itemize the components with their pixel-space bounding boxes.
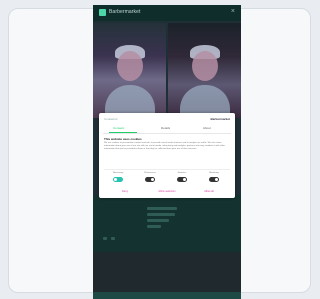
footer-line: [147, 213, 175, 216]
hero-photo-left: [93, 23, 166, 121]
dialog-logo: Cookiebot: [104, 117, 118, 121]
toggle-label: Statistics: [177, 172, 187, 174]
toggle-statistics[interactable]: Statistics: [170, 172, 194, 184]
toggle-label: Marketing: [209, 172, 219, 174]
toggle-switch[interactable]: [113, 177, 123, 182]
footer-line: [111, 237, 115, 240]
tab-consent[interactable]: Consent: [113, 126, 124, 130]
toggle-switch[interactable]: [177, 177, 187, 182]
dialog-body-text: We use cookies to personalise content an…: [104, 142, 225, 151]
hero-photo-right: [168, 23, 241, 121]
consent-toggles: Necessary Preferences Statistics Marketi…: [104, 169, 230, 186]
cookie-consent-dialog: Cookiebot Barbermarket Consent Details A…: [99, 113, 235, 198]
logo-icon: [99, 9, 106, 16]
tab-about[interactable]: About: [203, 126, 211, 130]
site-brand: Barbermarket: [109, 9, 141, 15]
site-header: Barbermarket ×: [93, 5, 241, 21]
toggle-label: Preferences: [144, 172, 156, 174]
toggle-switch[interactable]: [209, 177, 219, 182]
dialog-tabs: Consent Details About: [103, 125, 231, 134]
active-tab-indicator: [109, 132, 137, 133]
close-icon[interactable]: ×: [231, 8, 235, 15]
dialog-brand: Barbermarket: [210, 117, 230, 121]
dialog-buttons: Deny Allow selection Allow all: [103, 188, 231, 195]
toggle-marketing[interactable]: Marketing: [202, 172, 226, 184]
footer-line: [103, 237, 107, 240]
toggle-necessary[interactable]: Necessary: [106, 172, 130, 184]
footer-line: [147, 225, 161, 228]
tab-details[interactable]: Details: [161, 126, 170, 130]
footer-line: [147, 219, 169, 222]
deny-button[interactable]: Deny: [107, 188, 143, 195]
toggle-label: Necessary: [112, 172, 124, 174]
mobile-viewport: Barbermarket × Cookiebot Barbermarket Co…: [93, 5, 241, 299]
allow-all-button[interactable]: Allow all: [191, 188, 227, 195]
allow-selection-button[interactable]: Allow selection: [149, 188, 185, 195]
footer-line: [147, 207, 177, 210]
bottom-bar: [93, 292, 241, 299]
hero-figure-head: [192, 51, 218, 81]
toggle-switch[interactable]: [145, 177, 155, 182]
hero-figure-head: [117, 51, 143, 81]
toggle-preferences[interactable]: Preferences: [138, 172, 162, 184]
dialog-heading: This website uses cookies: [104, 137, 142, 141]
